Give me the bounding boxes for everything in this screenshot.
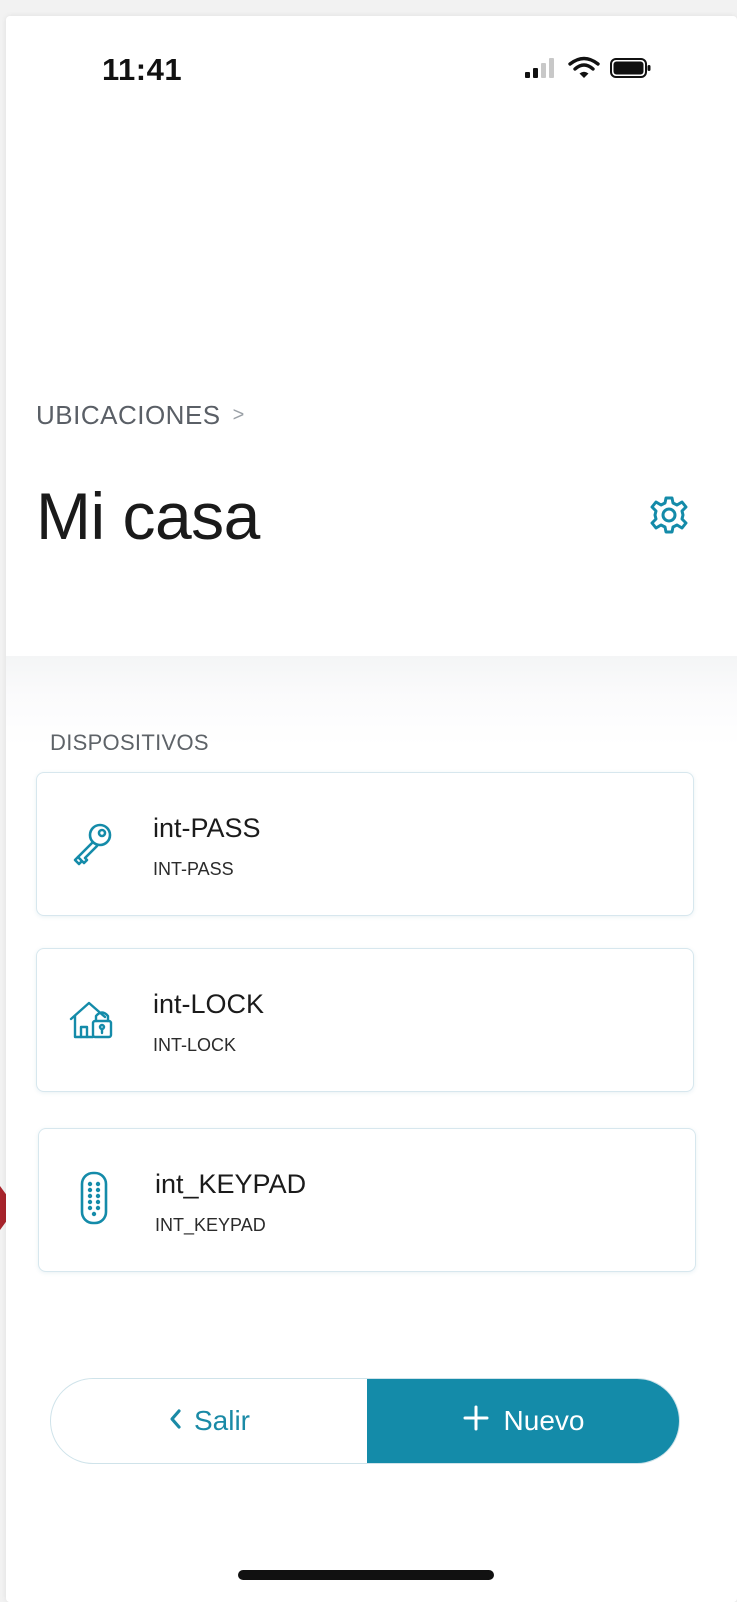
new-button-label: Nuevo [503, 1405, 585, 1436]
exit-button[interactable]: Salir [51, 1379, 367, 1463]
keypad-icon [75, 1171, 125, 1225]
breadcrumb[interactable]: UBICACIONES > [36, 400, 244, 431]
device-card-int-lock[interactable]: int-LOCK INT-LOCK [36, 948, 694, 1092]
signal-icon [524, 57, 558, 84]
chevron-left-icon [168, 1405, 182, 1437]
wifi-icon [568, 56, 600, 85]
phone-screen: 11:41 UBICACIONES > Mi casa DISPOSITIVOS… [6, 16, 737, 1602]
plus-icon [462, 1404, 490, 1439]
device-name: int-PASS [153, 813, 261, 843]
gear-icon [649, 495, 689, 540]
status-bar: 11:41 [6, 16, 737, 126]
bottom-action-bar: Salir Nuevo [50, 1378, 680, 1464]
new-button[interactable]: Nuevo [367, 1379, 679, 1463]
exit-button-label: Salir [193, 1405, 250, 1436]
page-title: Mi casa [36, 479, 260, 553]
battery-icon [610, 57, 652, 84]
breadcrumb-label[interactable]: UBICACIONES [36, 400, 221, 431]
devices-section-label: DISPOSITIVOS [50, 730, 209, 755]
home-indicator[interactable] [238, 1570, 494, 1580]
device-name: int-LOCK [153, 989, 265, 1019]
device-name: int_KEYPAD [155, 1169, 307, 1199]
status-time: 11:41 [102, 52, 183, 87]
device-card-int-pass[interactable]: int-PASS INT-PASS [36, 772, 694, 916]
device-card-int-keypad[interactable]: int_KEYPAD INT_KEYPAD [38, 1128, 696, 1272]
device-model: INT_KEYPAD [155, 1215, 266, 1235]
key-icon [67, 819, 117, 869]
breadcrumb-arrow: > [232, 404, 245, 426]
settings-button[interactable] [646, 494, 692, 540]
house-lock-icon [67, 995, 117, 1045]
device-model: INT-LOCK [153, 1035, 237, 1055]
status-icons [524, 56, 652, 85]
device-model: INT-PASS [153, 859, 234, 879]
